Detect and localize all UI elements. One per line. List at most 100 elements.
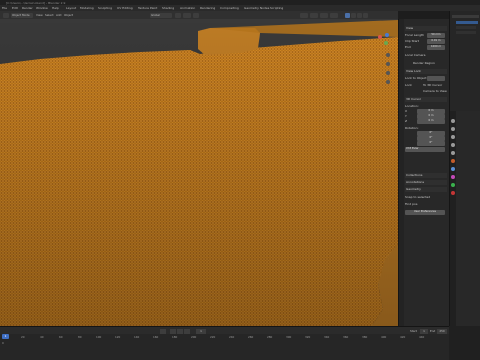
- render-region-checkbox[interactable]: Render Region: [413, 61, 435, 66]
- sidebar-tabs[interactable]: [399, 19, 404, 326]
- tool-tab-icon[interactable]: [451, 119, 455, 123]
- lock-3d-cursor-checkbox[interactable]: To 3D Cursor: [423, 83, 442, 88]
- outliner[interactable]: [449, 11, 480, 111]
- mode-select[interactable]: Object Mode: [11, 12, 33, 18]
- play-button[interactable]: [177, 328, 183, 334]
- properties-editor[interactable]: [449, 111, 480, 326]
- start-frame-field[interactable]: 1: [420, 328, 428, 334]
- menu-window[interactable]: Window: [36, 6, 48, 10]
- cursor-x-field[interactable]: 0 m: [417, 109, 445, 114]
- editor-type-button[interactable]: [3, 12, 9, 18]
- physics-tab-icon[interactable]: [451, 183, 455, 187]
- object-tab-icon[interactable]: [451, 159, 455, 163]
- view-section-header[interactable]: View: [405, 26, 447, 31]
- overlay-button[interactable]: [320, 12, 328, 18]
- timeline-tick: 140: [134, 335, 140, 339]
- gizmo-x-axis-icon[interactable]: [378, 35, 382, 39]
- timeline-tick: 160: [153, 335, 159, 339]
- zoom-icon[interactable]: [386, 53, 390, 57]
- jump-start-button[interactable]: [160, 328, 166, 334]
- window-title: [C:\Users\...\terrain.blend] - Blender 2…: [6, 0, 66, 5]
- tab-layout[interactable]: Layout: [66, 6, 76, 10]
- pan-icon[interactable]: [386, 62, 390, 66]
- end-frame-field[interactable]: 250: [437, 328, 447, 334]
- lock-camera-checkbox[interactable]: Camera to View: [423, 89, 447, 94]
- cursor-rz-field[interactable]: 0°: [417, 141, 445, 146]
- tab-sculpting[interactable]: Sculpting: [98, 6, 112, 10]
- cursor-rx-field[interactable]: 0°: [417, 131, 445, 136]
- outliner-item-selected[interactable]: [456, 21, 478, 24]
- annotations-section-header[interactable]: Annotations: [405, 180, 447, 185]
- material-tab-icon[interactable]: [451, 191, 455, 195]
- tab-geometry-nodes[interactable]: Geometry Nodes: [244, 6, 269, 10]
- timeline-tick: 180: [172, 335, 178, 339]
- view-lock-section-header[interactable]: View Lock: [405, 69, 447, 74]
- cursor-ry-field[interactable]: 0°: [417, 136, 445, 141]
- clip-start-field[interactable]: 0.01 m: [427, 39, 445, 44]
- lock-to-object-field[interactable]: [427, 76, 445, 81]
- tab-shading[interactable]: Shading: [162, 6, 174, 10]
- play-reverse-button[interactable]: [170, 328, 176, 334]
- tab-scripting[interactable]: Scripting: [270, 6, 283, 10]
- tab-animation[interactable]: Animation: [180, 6, 195, 10]
- focal-length-field[interactable]: 50 mm: [427, 33, 445, 38]
- local-camera-label: Local Camera: [405, 53, 426, 57]
- current-frame-field[interactable]: 1: [196, 328, 206, 334]
- pivot-point-button[interactable]: [175, 12, 181, 18]
- transform-orientation[interactable]: Global: [150, 12, 172, 18]
- timeline-tick: 80: [78, 335, 82, 339]
- timeline[interactable]: 1 0 20 40 60 80 100 120 140 160 180 200 …: [0, 334, 449, 360]
- view-layer-tab-icon[interactable]: [451, 143, 455, 147]
- tab-compositing[interactable]: Compositing: [220, 6, 239, 10]
- cursor-y-field[interactable]: 0 m: [417, 114, 445, 119]
- 3d-cursor-section-header[interactable]: 3D Cursor: [405, 97, 447, 102]
- outliner-item[interactable]: [456, 26, 476, 29]
- 3d-viewport[interactable]: [0, 19, 398, 326]
- user-preferences-button[interactable]: User Preferences: [405, 210, 445, 215]
- scene-tab-icon[interactable]: [451, 151, 455, 155]
- material-shading-button[interactable]: [357, 12, 362, 18]
- tab-texture-paint[interactable]: Texture Paint: [138, 6, 157, 10]
- menu-render[interactable]: Render: [22, 6, 33, 10]
- visibility-button[interactable]: [300, 12, 308, 18]
- view-menu[interactable]: View: [36, 13, 43, 17]
- rendered-shading-button[interactable]: [363, 12, 368, 18]
- select-menu[interactable]: Select: [45, 13, 54, 17]
- timeline-tick: 380: [362, 335, 368, 339]
- menu-file[interactable]: File: [2, 6, 7, 10]
- output-tab-icon[interactable]: [451, 135, 455, 139]
- render-tab-icon[interactable]: [451, 127, 455, 131]
- tab-modeling[interactable]: Modeling: [80, 6, 94, 10]
- gizmo-y-axis-icon[interactable]: [384, 41, 388, 45]
- clip-start-label: Clip Start: [405, 39, 419, 43]
- jump-end-button[interactable]: [184, 328, 190, 334]
- solid-shading-button[interactable]: [351, 12, 356, 18]
- particles-tab-icon[interactable]: [451, 175, 455, 179]
- wireframe-shading-button[interactable]: [345, 12, 350, 18]
- menu-help[interactable]: Help: [52, 6, 59, 10]
- perspective-toggle-icon[interactable]: [386, 80, 390, 84]
- snap-button[interactable]: [183, 12, 191, 18]
- menu-edit[interactable]: Edit: [12, 6, 18, 10]
- clip-end-field[interactable]: 1000 m: [427, 45, 445, 50]
- tab-rendering[interactable]: Rendering: [200, 6, 215, 10]
- gizmo-z-axis-icon[interactable]: [385, 33, 389, 37]
- rotation-mode-select[interactable]: XYZ Euler: [405, 147, 445, 152]
- outliner-item[interactable]: [456, 31, 476, 34]
- geometry-section-header[interactable]: Geometry: [405, 187, 447, 192]
- object-menu[interactable]: Object: [64, 13, 73, 17]
- proportional-edit-button[interactable]: [193, 12, 199, 18]
- playhead[interactable]: 1: [2, 334, 9, 339]
- start-label: Start: [410, 329, 417, 333]
- lock-label: Lock: [405, 83, 412, 87]
- add-menu[interactable]: Add: [56, 13, 61, 17]
- modifier-tab-icon[interactable]: [451, 167, 455, 171]
- timeline-tick: 360: [343, 335, 349, 339]
- collections-section-header[interactable]: Collections: [405, 173, 447, 178]
- gizmo-button[interactable]: [310, 12, 318, 18]
- cursor-z-field[interactable]: 0 m: [417, 119, 445, 124]
- tab-uv-editing[interactable]: UV Editing: [117, 6, 133, 10]
- camera-view-icon[interactable]: [386, 71, 390, 75]
- xray-button[interactable]: [330, 12, 338, 18]
- timeline-tick: 400: [381, 335, 387, 339]
